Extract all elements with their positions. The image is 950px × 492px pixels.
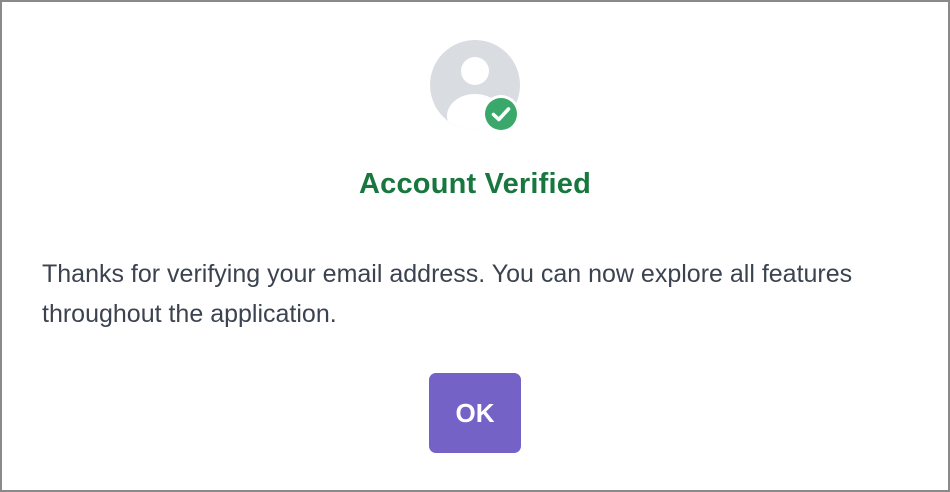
dialog-message: Thanks for verifying your email address.… — [42, 260, 853, 328]
check-circle-icon — [482, 95, 520, 133]
dialog-title: Account Verified — [358, 168, 592, 200]
ok-button[interactable]: OK — [429, 373, 521, 453]
verification-dialog: Account Verified Thanks for verifying yo… — [0, 0, 950, 492]
avatar — [430, 40, 522, 133]
